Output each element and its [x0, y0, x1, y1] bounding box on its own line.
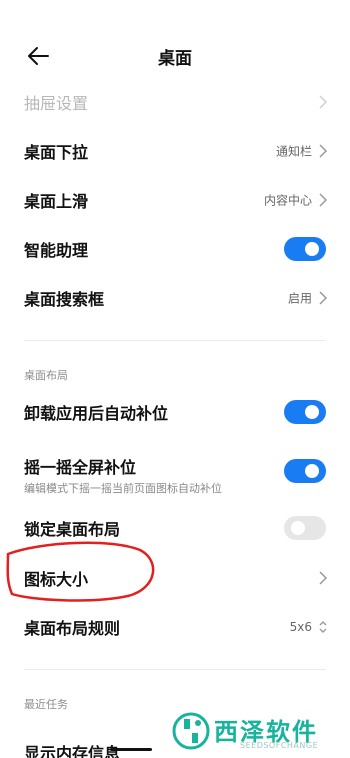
- row-smart-assistant: 智能助理: [0, 225, 350, 273]
- row-label: 桌面上滑: [24, 192, 89, 211]
- row-label: 显示内存信息: [24, 744, 121, 758]
- row-label: 锁定桌面布局: [24, 520, 121, 539]
- row-label: 桌面搜索框: [24, 290, 105, 309]
- shake-fill-toggle[interactable]: [284, 459, 326, 483]
- watermark-icon: [172, 712, 210, 750]
- toggle-knob: [305, 464, 319, 478]
- section-divider: [24, 669, 326, 670]
- watermark-subtext: SEEDSOFCHANGE: [240, 741, 319, 750]
- row-value: 启用: [287, 291, 312, 306]
- row-swipe-up[interactable]: 桌面上滑 内容中心: [0, 176, 350, 224]
- row-label: 抽屉设置: [24, 94, 89, 113]
- chevron-right-icon: [319, 193, 328, 207]
- row-layout-rule[interactable]: 桌面布局规则 5x6: [0, 603, 350, 651]
- chevron-right-icon: [319, 95, 328, 109]
- toggle-knob: [305, 405, 319, 419]
- page-title: 桌面: [158, 49, 192, 69]
- lock-layout-toggle[interactable]: [284, 516, 326, 540]
- chevron-right-icon: [319, 144, 328, 158]
- toggle-knob: [305, 242, 319, 256]
- row-label: 摇一摇全屏补位: [24, 458, 137, 477]
- row-label: 智能助理: [24, 241, 89, 260]
- chevron-right-icon: [319, 571, 328, 585]
- section-title-recent: 最近任务: [24, 698, 68, 711]
- row-pull-down[interactable]: 桌面下拉 通知栏: [0, 127, 350, 175]
- section-title-layout: 桌面布局: [24, 369, 68, 382]
- row-label: 桌面布局规则: [24, 619, 121, 638]
- chevron-up-down-icon: [319, 621, 327, 633]
- section-divider: [24, 340, 326, 341]
- row-search-box[interactable]: 桌面搜索框 启用: [0, 274, 350, 322]
- row-drawer-settings[interactable]: 抽屉设置: [0, 78, 350, 126]
- row-label: 桌面下拉: [24, 143, 89, 162]
- home-indicator: [110, 748, 152, 751]
- uninstall-fill-toggle[interactable]: [284, 400, 326, 424]
- row-value: 通知栏: [275, 144, 312, 159]
- annotation-circle: [6, 541, 155, 602]
- chevron-right-icon: [319, 291, 328, 305]
- row-shake-fill: 摇一摇全屏补位 编辑模式下摇一摇当前页面图标自动补位: [0, 440, 350, 502]
- watermark-logo: 西泽软件 SEEDSOFCHANGE: [170, 710, 346, 754]
- assistant-toggle[interactable]: [284, 237, 326, 261]
- row-value: 5x6: [289, 620, 312, 634]
- row-label: 卸载应用后自动补位: [24, 404, 169, 423]
- row-subtitle: 编辑模式下摇一摇当前页面图标自动补位: [24, 482, 222, 495]
- toggle-knob: [291, 521, 305, 535]
- header: 桌面: [0, 32, 350, 80]
- row-value: 内容中心: [263, 193, 312, 208]
- row-uninstall-fill: 卸载应用后自动补位: [0, 388, 350, 436]
